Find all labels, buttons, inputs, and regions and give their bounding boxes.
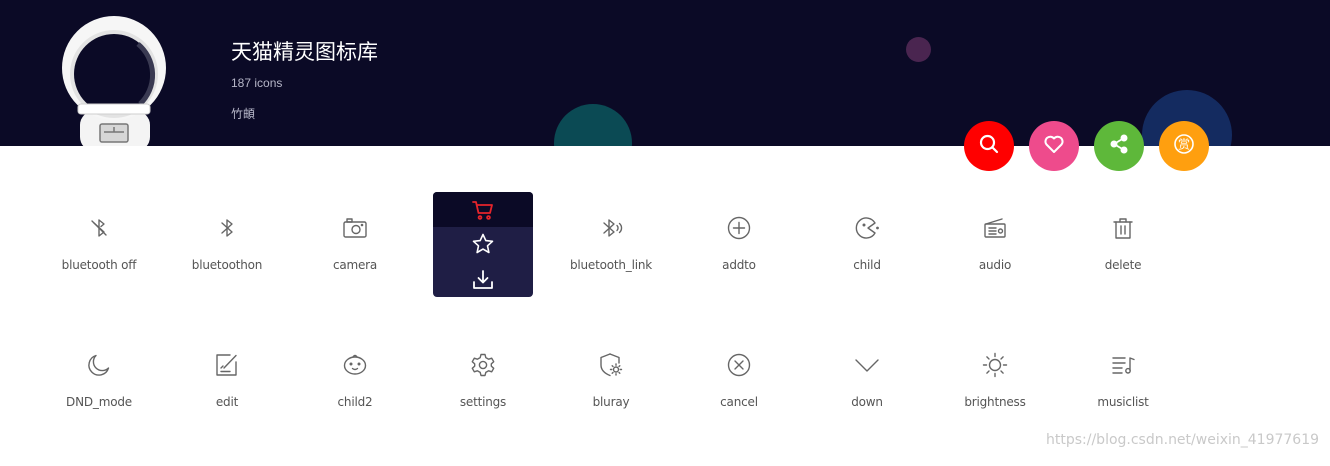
trash-icon — [1109, 214, 1137, 242]
cart-icon[interactable] — [471, 198, 495, 222]
icon-card-course[interactable]: course — [433, 192, 533, 297]
bluetooth-off-icon — [85, 214, 113, 242]
icon-card-camera[interactable]: camera — [305, 192, 405, 297]
svg-text:赏: 赏 — [1178, 137, 1190, 151]
download-icon[interactable] — [471, 268, 495, 292]
icon-label: settings — [459, 395, 507, 409]
icon-count: 187 icons — [231, 76, 283, 90]
icon-label: down — [851, 395, 883, 409]
library-author[interactable]: 竹頔 — [231, 105, 255, 122]
icon-label: brightness — [964, 395, 1026, 409]
library-title: 天猫精灵图标库 — [231, 40, 378, 64]
icon-label: cancel — [720, 395, 758, 409]
icon-card-bluray[interactable]: bluray — [561, 329, 661, 434]
star-icon[interactable] — [471, 232, 495, 256]
icon-label: DND_mode — [66, 395, 132, 409]
icon-label: addto — [722, 258, 756, 272]
decor-bubble-teal — [554, 104, 632, 146]
icon-card-down[interactable]: down — [817, 329, 917, 434]
search-icon — [977, 132, 1001, 161]
icon-label: musiclist — [1097, 395, 1149, 409]
decor-bubble-purple — [906, 37, 931, 62]
icon-hover-actions — [433, 192, 533, 297]
icon-card-edit[interactable]: edit — [177, 329, 277, 434]
icon-card-bluetooth-link[interactable]: bluetooth_link — [561, 192, 661, 297]
bluetooth-link-icon — [597, 214, 625, 242]
icon-label: edit — [215, 395, 239, 409]
icon-grid: bluetooth off bluetoothon camera bluetoo… — [49, 192, 1329, 466]
add-circle-icon — [725, 214, 753, 242]
icon-label: bluetooth_link — [569, 258, 653, 272]
icon-label: audio — [978, 258, 1012, 272]
sun-icon — [981, 351, 1009, 379]
favorite-button[interactable] — [1029, 121, 1079, 171]
icon-label: child — [853, 258, 881, 272]
child2-icon — [341, 351, 369, 379]
watermark: https://blog.csdn.net/weixin_41977619 — [1046, 432, 1320, 448]
icon-card-dnd-mode[interactable]: DND_mode — [49, 329, 149, 434]
camera-icon — [341, 214, 369, 242]
icon-card-bluetooth-off[interactable]: bluetooth off — [49, 192, 149, 297]
icon-card-addto[interactable]: addto — [689, 192, 789, 297]
icon-card-delete[interactable]: delete — [1073, 192, 1173, 297]
child-icon — [853, 214, 881, 242]
astronaut-mascot-icon — [60, 16, 170, 146]
icon-row: bluetooth off bluetoothon camera bluetoo… — [49, 192, 1329, 329]
music-list-icon — [1109, 351, 1137, 379]
reward-button[interactable]: 赏 — [1159, 121, 1209, 171]
radio-icon — [981, 214, 1009, 242]
reward-icon: 赏 — [1172, 132, 1196, 161]
bluetooth-icon — [213, 214, 241, 242]
icon-label: child2 — [337, 395, 373, 409]
icon-label: delete — [1104, 258, 1142, 272]
icon-card-settings[interactable]: settings — [433, 329, 533, 434]
gear-icon — [469, 351, 497, 379]
cancel-circle-icon — [725, 351, 753, 379]
search-button[interactable] — [964, 121, 1014, 171]
share-button[interactable] — [1094, 121, 1144, 171]
shield-sun-icon — [597, 351, 625, 379]
icon-card-child2[interactable]: child2 — [305, 329, 405, 434]
icon-card-cancel[interactable]: cancel — [689, 329, 789, 434]
icon-label: camera — [332, 258, 378, 272]
heart-icon — [1042, 132, 1066, 161]
icon-card-brightness[interactable]: brightness — [945, 329, 1045, 434]
edit-icon — [213, 351, 241, 379]
icon-card-bluetoothon[interactable]: bluetoothon — [177, 192, 277, 297]
icon-label: bluetoothon — [191, 258, 263, 272]
chevron-down-icon — [853, 351, 881, 379]
icon-card-child[interactable]: child — [817, 192, 917, 297]
icon-label: bluetooth off — [61, 258, 137, 272]
moon-icon — [85, 351, 113, 379]
icon-card-musiclist[interactable]: musiclist — [1073, 329, 1173, 434]
share-icon — [1107, 132, 1131, 161]
icon-label: bluray — [592, 395, 630, 409]
icon-card-audio[interactable]: audio — [945, 192, 1045, 297]
